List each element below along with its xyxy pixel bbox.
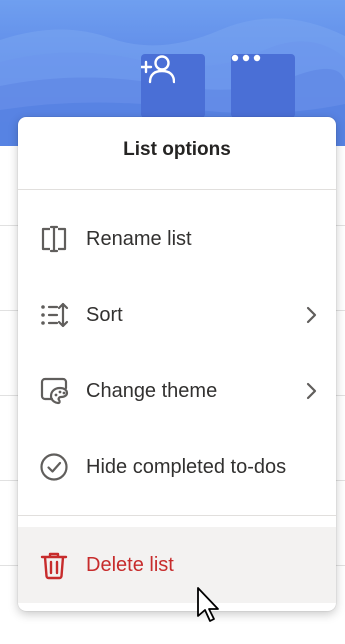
theme-icon xyxy=(40,377,69,405)
row-divider xyxy=(336,395,345,396)
menu-title: List options xyxy=(123,139,231,160)
sort-icon xyxy=(41,302,69,328)
chevron-right-icon xyxy=(306,306,317,324)
row-divider xyxy=(0,480,18,481)
change-theme-label: Change theme xyxy=(86,379,218,402)
menu-divider xyxy=(18,189,336,190)
row-divider xyxy=(336,225,345,226)
hide-completed-item[interactable]: Hide completed to-dos xyxy=(18,429,336,505)
rename-list-item[interactable]: Rename list xyxy=(18,201,336,277)
row-divider xyxy=(0,225,18,226)
sort-item[interactable]: Sort xyxy=(18,277,336,353)
menu-divider xyxy=(18,515,336,516)
row-divider xyxy=(336,310,345,311)
row-divider xyxy=(336,480,345,481)
rename-list-label: Rename list xyxy=(86,227,192,250)
delete-list-item[interactable]: Delete list xyxy=(18,527,336,603)
change-theme-item[interactable]: Change theme xyxy=(18,353,336,429)
row-divider xyxy=(336,565,345,566)
add-person-icon xyxy=(141,55,175,84)
rename-icon xyxy=(41,225,67,253)
row-divider xyxy=(0,565,18,566)
more-options-button[interactable] xyxy=(231,54,295,118)
sort-label: Sort xyxy=(86,303,123,326)
delete-list-label: Delete list xyxy=(86,553,174,576)
chevron-right-icon xyxy=(306,382,317,400)
row-divider xyxy=(0,395,18,396)
hide-completed-label: Hide completed to-dos xyxy=(86,455,287,478)
share-list-button[interactable] xyxy=(141,54,205,118)
trash-icon xyxy=(40,552,68,580)
mouse-pointer-icon xyxy=(197,587,219,622)
list-options-menu: List options Rename list Sort Change the… xyxy=(18,117,336,611)
checkmark-circle-icon xyxy=(40,453,68,481)
row-divider xyxy=(0,310,18,311)
more-horizontal-icon xyxy=(231,54,261,62)
